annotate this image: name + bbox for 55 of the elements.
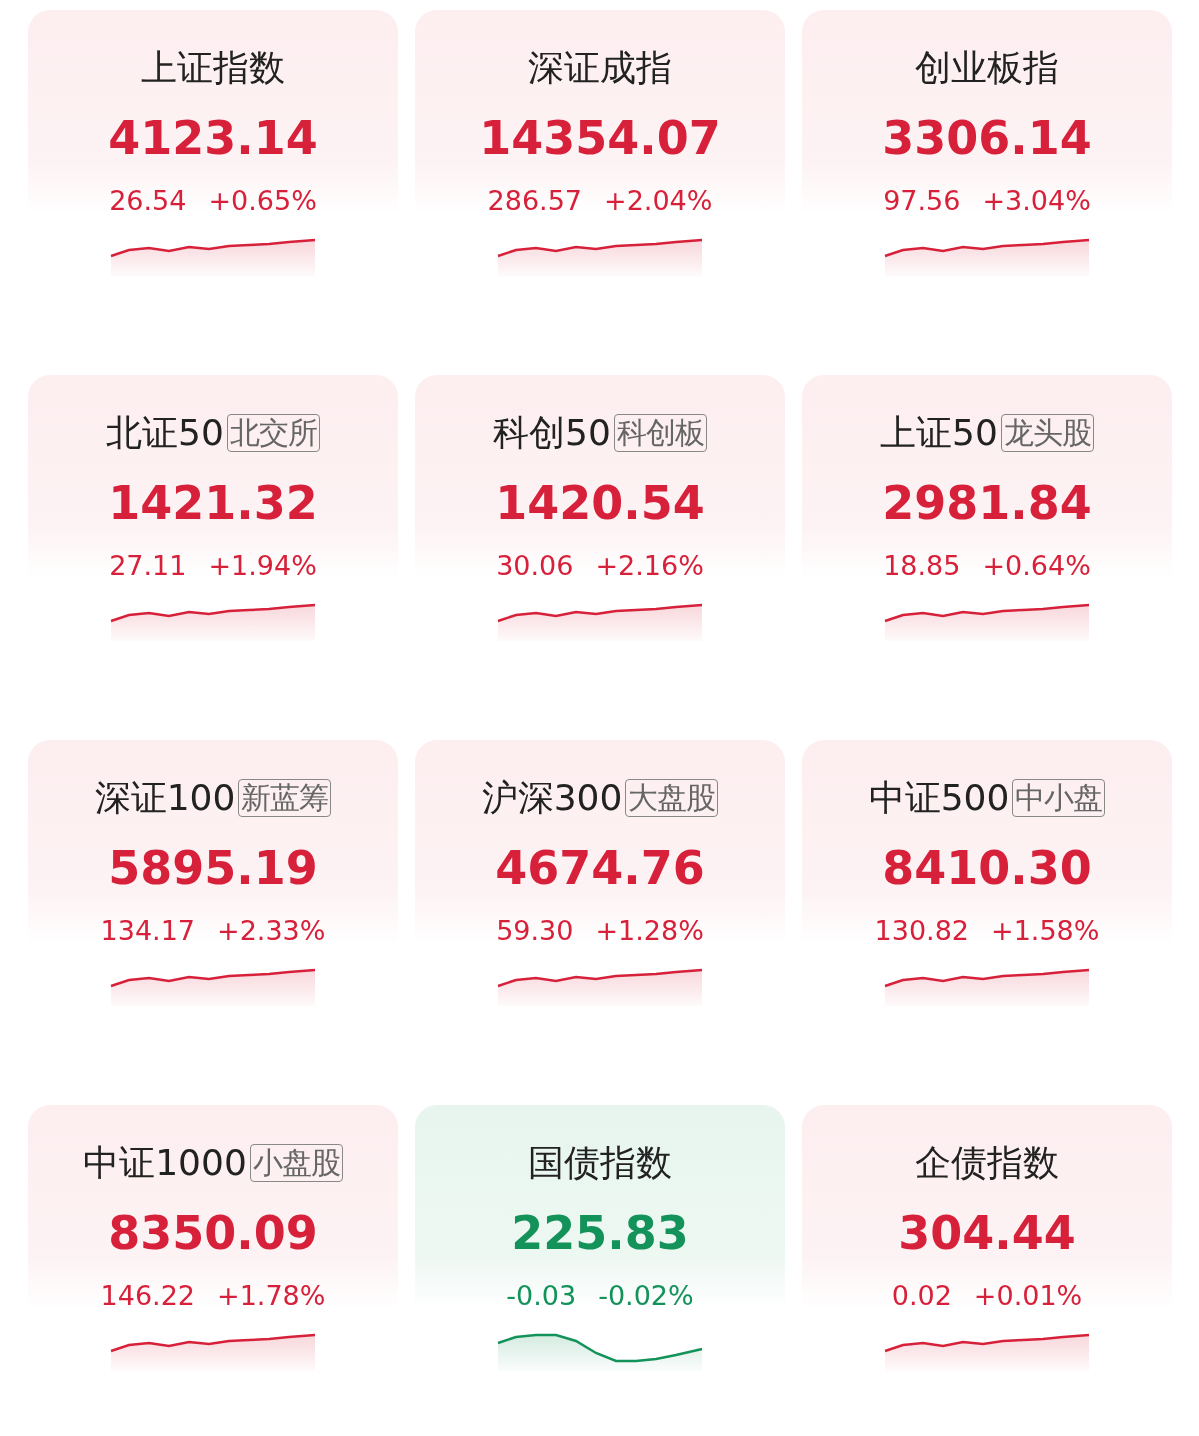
index-value: 304.44 <box>898 1205 1076 1261</box>
change-amount: 27.11 <box>109 549 187 583</box>
index-name: 上证50 <box>880 411 998 455</box>
change-amount: 286.57 <box>487 184 583 218</box>
index-tag: 大盘股 <box>625 779 719 817</box>
index-name: 创业板指 <box>915 46 1059 90</box>
change-percent: +1.58% <box>991 914 1100 948</box>
change-percent: +1.94% <box>208 549 317 583</box>
index-value: 14354.07 <box>479 110 721 166</box>
change-amount: 30.06 <box>496 549 574 583</box>
index-tag: 北交所 <box>226 414 320 452</box>
index-tag: 小盘股 <box>249 1144 343 1182</box>
change-percent: +0.01% <box>973 1279 1083 1313</box>
change-percent: +1.78% <box>217 1279 326 1313</box>
change-amount: -0.03 <box>506 1279 577 1313</box>
change-amount: 0.02 <box>891 1279 952 1313</box>
index-name: 企债指数 <box>915 1141 1059 1185</box>
index-name: 深证成指 <box>528 46 672 90</box>
change-amount: 134.17 <box>100 914 196 948</box>
index-value: 4674.76 <box>495 840 705 896</box>
index-value: 2981.84 <box>882 475 1092 531</box>
index-value: 1421.32 <box>108 475 318 531</box>
index-tag: 科创板 <box>613 414 707 452</box>
index-tag: 龙头股 <box>1000 414 1094 452</box>
index-value: 5895.19 <box>108 840 318 896</box>
index-name: 上证指数 <box>141 46 285 90</box>
index-tag: 新蓝筹 <box>238 779 332 817</box>
index-name: 深证100 <box>94 776 236 820</box>
change-percent: +2.16% <box>595 549 704 583</box>
index-value: 8350.09 <box>108 1205 318 1261</box>
change-amount: 97.56 <box>883 184 961 218</box>
index-value: 8410.30 <box>882 840 1092 896</box>
index-name: 沪深300 <box>481 776 623 820</box>
index-name: 国债指数 <box>528 1141 672 1185</box>
index-value: 225.83 <box>511 1205 689 1261</box>
change-amount: 130.82 <box>874 914 970 948</box>
change-percent: +2.33% <box>217 914 326 948</box>
index-tag: 中小盘 <box>1012 779 1106 817</box>
index-name: 北证50 <box>106 411 224 455</box>
index-value: 4123.14 <box>108 110 318 166</box>
change-amount: 18.85 <box>883 549 961 583</box>
index-name: 科创50 <box>493 411 611 455</box>
change-percent: +0.64% <box>982 549 1091 583</box>
change-percent: +2.04% <box>604 184 713 218</box>
change-percent: +0.65% <box>208 184 317 218</box>
change-amount: 26.54 <box>109 184 187 218</box>
index-value: 3306.14 <box>882 110 1092 166</box>
index-name: 中证500 <box>868 776 1010 820</box>
change-amount: 59.30 <box>496 914 574 948</box>
index-name: 中证1000 <box>83 1141 247 1185</box>
change-percent: -0.02% <box>598 1279 694 1313</box>
index-value: 1420.54 <box>495 475 705 531</box>
change-amount: 146.22 <box>100 1279 196 1313</box>
change-percent: +3.04% <box>982 184 1091 218</box>
change-percent: +1.28% <box>595 914 704 948</box>
